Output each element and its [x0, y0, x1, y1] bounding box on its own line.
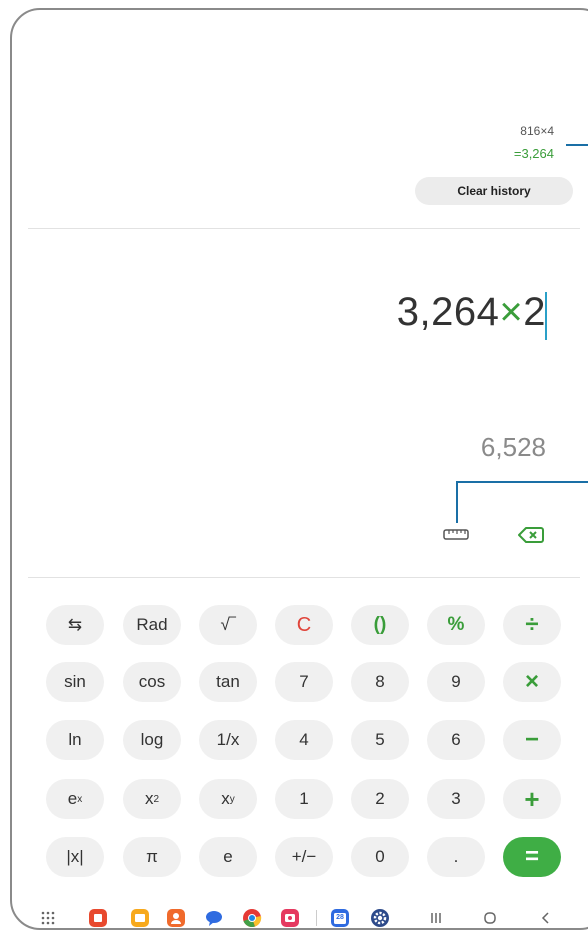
expression-operator: ×	[499, 290, 524, 334]
back-icon[interactable]	[536, 908, 556, 928]
expression-operand-1: 3,264	[396, 290, 500, 334]
clear-history-button[interactable]: Clear history	[415, 177, 573, 205]
history-callout-line	[566, 144, 588, 146]
power-key-sup: y	[229, 793, 235, 805]
sin-key[interactable]: sin	[46, 662, 104, 702]
multiply-key[interactable]: ×	[503, 662, 561, 702]
decimal-key[interactable]: .	[427, 837, 485, 877]
power-key[interactable]: xy	[199, 779, 257, 819]
ln-key[interactable]: ln	[46, 720, 104, 760]
settings-app-icon[interactable]	[370, 908, 390, 928]
my-files-app-icon[interactable]	[130, 908, 150, 928]
swap-key[interactable]: ⇆	[46, 605, 104, 645]
square-key[interactable]: x2	[123, 779, 181, 819]
digit-0-key[interactable]: 0	[351, 837, 409, 877]
contacts-app-icon[interactable]	[166, 908, 186, 928]
digit-6-key[interactable]: 6	[427, 720, 485, 760]
digit-8-key[interactable]: 8	[351, 662, 409, 702]
clear-key[interactable]: C	[275, 605, 333, 645]
percent-key[interactable]: %	[427, 605, 485, 645]
log-key[interactable]: log	[123, 720, 181, 760]
digit-2-key[interactable]: 2	[351, 779, 409, 819]
pi-key[interactable]: π	[123, 837, 181, 877]
recent-apps-icon[interactable]	[426, 908, 446, 928]
calendar-app-icon[interactable]: 28	[330, 908, 350, 928]
text-cursor	[545, 292, 547, 340]
sqrt-key[interactable]: √‾	[199, 605, 257, 645]
tan-key[interactable]: tan	[199, 662, 257, 702]
square-key-base: x	[144, 789, 154, 808]
plus-key[interactable]: +	[503, 779, 561, 819]
camera-app-icon[interactable]	[280, 908, 300, 928]
result-preview: 6,528	[480, 432, 546, 462]
dock-separator	[316, 910, 317, 926]
ruler-callout-line-vertical	[456, 481, 458, 523]
chrome-app-icon[interactable]	[242, 908, 262, 928]
exp-key-sup: x	[77, 793, 83, 805]
cos-key[interactable]: cos	[123, 662, 181, 702]
digit-3-key[interactable]: 3	[427, 779, 485, 819]
abs-key[interactable]: |x|	[46, 837, 104, 877]
navigation-bar: 28	[30, 906, 570, 934]
digit-4-key[interactable]: 4	[275, 720, 333, 760]
equals-key[interactable]: =	[503, 837, 561, 877]
home-icon[interactable]	[480, 908, 500, 928]
exp-key[interactable]: ex	[46, 779, 104, 819]
digit-7-key[interactable]: 7	[275, 662, 333, 702]
calendar-day: 28	[336, 914, 344, 921]
e-key[interactable]: e	[199, 837, 257, 877]
square-key-sup: 2	[153, 793, 160, 805]
negate-key[interactable]: +/−	[275, 837, 333, 877]
ruler-callout-line-horizontal	[456, 481, 588, 483]
apps-grid-icon[interactable]	[38, 908, 58, 928]
unit-converter-ruler-icon[interactable]	[443, 527, 469, 541]
digit-5-key[interactable]: 5	[351, 720, 409, 760]
exp-key-base: e	[67, 789, 78, 808]
rad-key[interactable]: Rad	[123, 605, 181, 645]
digit-1-key[interactable]: 1	[275, 779, 333, 819]
divide-key[interactable]: ÷	[503, 605, 561, 645]
history-expression[interactable]: 816×4	[520, 124, 554, 138]
keypad-divider	[28, 577, 580, 578]
history-divider	[28, 228, 580, 229]
history-result[interactable]: =3,264	[514, 146, 554, 161]
expression-operand-2: 2	[523, 290, 546, 334]
notes-app-icon[interactable]	[88, 908, 108, 928]
messages-app-icon[interactable]	[204, 908, 224, 928]
minus-key[interactable]: −	[503, 720, 561, 760]
reciprocal-key[interactable]: 1/x	[199, 720, 257, 760]
power-key-base: x	[221, 789, 230, 808]
expression-display[interactable]: 3,264×2	[397, 290, 546, 335]
parentheses-key[interactable]: ()	[351, 605, 409, 645]
backspace-icon[interactable]	[518, 526, 544, 544]
digit-9-key[interactable]: 9	[427, 662, 485, 702]
